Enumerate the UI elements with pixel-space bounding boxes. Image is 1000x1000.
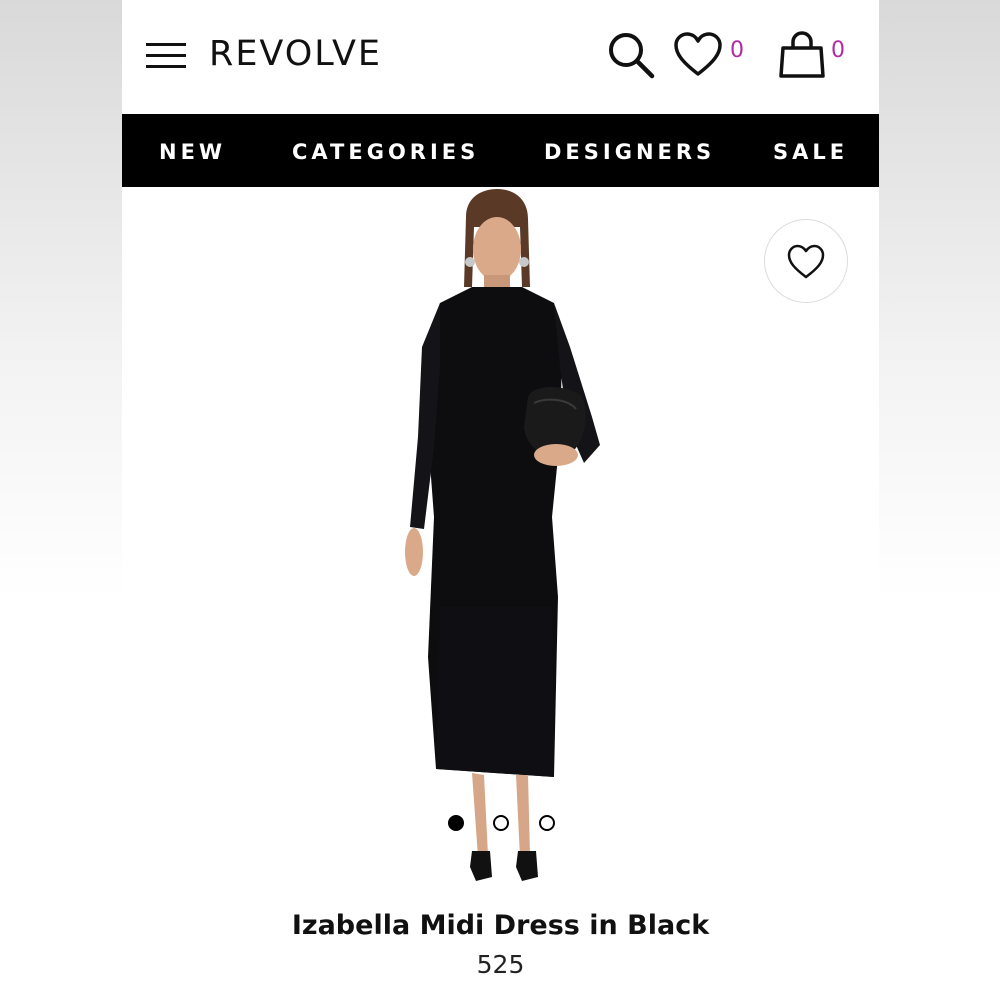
hamburger-menu-icon[interactable] bbox=[146, 43, 188, 71]
mobile-screen: REVOLVE 0 0 NEW CATEGORIES DESIGNERS SAL… bbox=[122, 0, 879, 1000]
nav-sale[interactable]: SALE bbox=[773, 140, 848, 164]
category-nav: NEW CATEGORIES DESIGNERS SALE bbox=[122, 114, 879, 187]
nav-designers[interactable]: DESIGNERS bbox=[544, 140, 715, 164]
product-title: Izabella Midi Dress in Black bbox=[291, 910, 710, 941]
carousel-dot-2[interactable] bbox=[493, 815, 509, 831]
heart-outline-icon bbox=[787, 244, 825, 279]
carousel-dot-1[interactable] bbox=[448, 815, 464, 831]
site-logo[interactable]: REVOLVE bbox=[209, 34, 382, 74]
product-price: 525 bbox=[476, 950, 525, 979]
wishlist-count: 0 bbox=[730, 38, 744, 63]
shopping-bag-icon bbox=[779, 31, 825, 78]
product-image-carousel[interactable] bbox=[122, 187, 879, 887]
header: REVOLVE 0 0 bbox=[122, 0, 879, 114]
wishlist-button[interactable] bbox=[673, 32, 723, 78]
nav-new[interactable]: NEW bbox=[159, 140, 226, 164]
search-icon bbox=[609, 33, 655, 79]
heart-icon bbox=[674, 32, 722, 76]
nav-categories[interactable]: CATEGORIES bbox=[292, 140, 479, 164]
carousel-dot-3[interactable] bbox=[539, 815, 555, 831]
search-button[interactable] bbox=[606, 30, 656, 80]
shopping-bag-button[interactable] bbox=[777, 30, 827, 80]
add-to-wishlist-button[interactable] bbox=[764, 219, 848, 303]
bag-count: 0 bbox=[831, 38, 845, 63]
